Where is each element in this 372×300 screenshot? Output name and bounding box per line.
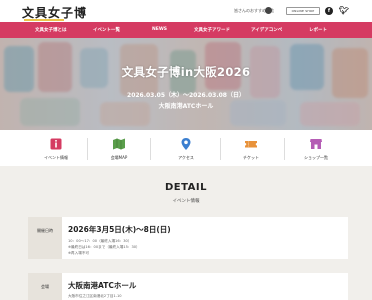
event-date: 2026.03.05（木）～2026.03.08（日） xyxy=(127,92,245,99)
ticket-icon xyxy=(245,141,257,148)
nav-item-about[interactable]: 文具女子博とは xyxy=(35,27,67,33)
quick-link-shops[interactable]: ショップ一覧 xyxy=(285,130,347,166)
arrow-badge-icon[interactable] xyxy=(265,7,272,14)
row-label-cell: 開催日時 xyxy=(28,217,62,259)
quick-link-map[interactable]: 会場MAP xyxy=(88,130,150,166)
row-label: 開催日時 xyxy=(37,228,53,233)
nav-item-idea-compe[interactable]: アイデアコンペ xyxy=(251,27,282,33)
quick-link-label: ショップ一覧 xyxy=(304,155,328,160)
shop-icon xyxy=(310,139,322,149)
row-note: 大阪市住之江区南港北2丁目1-10 xyxy=(68,294,122,298)
row-note: ※再入場不可 xyxy=(68,251,89,255)
row-label: 会場 xyxy=(41,284,49,289)
map-icon xyxy=(113,138,125,150)
logo-underline xyxy=(24,19,64,21)
location-pin-icon xyxy=(181,138,191,150)
quick-link-label: 会場MAP xyxy=(110,155,128,160)
row-value: 2026年3月5日(木)～8日(日) xyxy=(68,225,171,234)
hero-banner: 文具女子博in大阪2026 2026.03.05（木）～2026.03.08（日… xyxy=(0,38,372,130)
main-nav: 文具女子博とは イベント一覧 NEWS 文具女子アワード アイデアコンペ レポー… xyxy=(0,22,372,38)
quick-link-label: イベント情報 xyxy=(44,155,68,160)
row-label-cell: 会場 xyxy=(28,273,62,300)
quick-link-label: アクセス xyxy=(178,155,194,160)
row-value: 大阪南港ATCホール xyxy=(68,281,137,290)
divider xyxy=(150,138,151,160)
quick-link-event-info[interactable]: イベント情報 xyxy=(25,130,87,166)
nav-item-report[interactable]: レポート xyxy=(309,27,327,33)
twitter-icon[interactable]: 🐦︎ xyxy=(339,7,349,15)
info-icon xyxy=(50,138,62,150)
quick-links: イベント情報 会場MAP アクセス チケット ショップ一覧 xyxy=(0,130,372,166)
quick-link-ticket[interactable]: チケット xyxy=(220,130,282,166)
online-shop-button[interactable]: ONLINE SHOP xyxy=(286,7,320,15)
nav-item-events[interactable]: イベント一覧 xyxy=(93,27,120,33)
detail-row-datetime: 開催日時 2026年3月5日(木)～8日(日) 10：00～17：00（最終入場… xyxy=(28,217,348,259)
quick-link-access[interactable]: アクセス xyxy=(155,130,217,166)
quick-link-label: チケット xyxy=(243,155,259,160)
nav-item-award[interactable]: 文具女子アワード xyxy=(194,27,230,33)
detail-row-venue: 会場 大阪南港ATCホール 大阪市住之江区南港北2丁目1-10 xyxy=(28,273,348,300)
row-note: ※最終日は16：00まで（最終入場15：30） xyxy=(68,245,140,249)
row-note: 10：00～17：00（最終入場16：30） xyxy=(68,239,132,243)
facebook-icon[interactable]: f xyxy=(325,7,333,15)
event-venue: 大阪南港ATCホール xyxy=(158,103,214,110)
nav-item-news[interactable]: NEWS xyxy=(152,27,167,32)
section-subtitle: イベント情報 xyxy=(172,199,200,204)
site-header: 文具女子博 皆さんのおすすめ一覧 ONLINE SHOP f 🐦︎ xyxy=(0,0,372,22)
section-title: DETAIL xyxy=(164,182,207,193)
event-title: 文具女子博in大阪2026 xyxy=(121,65,251,79)
hero-overlay xyxy=(0,38,372,130)
